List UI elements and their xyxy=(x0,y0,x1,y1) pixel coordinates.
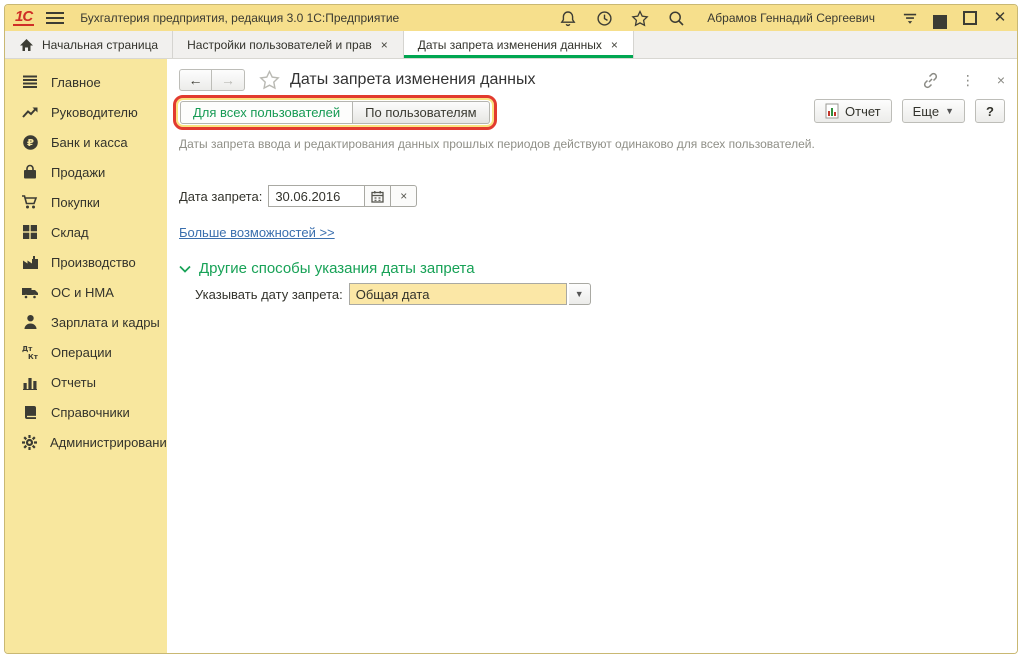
bag-icon xyxy=(21,163,39,181)
notifications-bell-icon[interactable] xyxy=(559,9,577,27)
tab-label: Даты запрета изменения данных xyxy=(418,38,602,52)
sidebar-item-reports[interactable]: Отчеты xyxy=(5,367,167,397)
clear-date-icon[interactable]: × xyxy=(391,185,417,207)
sidebar-item-sales[interactable]: Продажи xyxy=(5,157,167,187)
close-window-button[interactable]: ✕ xyxy=(993,11,1007,25)
back-button[interactable]: ← xyxy=(179,69,212,91)
tab-label: Настройки пользователей и прав xyxy=(187,38,372,52)
favorite-star-icon[interactable] xyxy=(259,70,280,90)
restriction-date-input[interactable] xyxy=(268,185,365,207)
svg-text:Кт: Кт xyxy=(28,353,39,361)
minimize-button[interactable] xyxy=(933,11,947,25)
for-all-users-button[interactable]: Для всех пользователей xyxy=(180,101,353,124)
sidebar-item-warehouse[interactable]: Склад xyxy=(5,217,167,247)
svg-text:Дт: Дт xyxy=(22,345,33,353)
sidebar-item-production[interactable]: Производство xyxy=(5,247,167,277)
tab-label: Начальная страница xyxy=(42,38,158,52)
person-icon xyxy=(21,313,39,331)
cart-icon xyxy=(21,193,39,211)
app-window: 1С Бухгалтерия предприятия, редакция 3.0… xyxy=(4,4,1018,654)
more-actions-button[interactable]: Еще ▼ xyxy=(902,99,965,123)
page-title: Даты запрета изменения данных xyxy=(290,71,536,89)
sidebar-item-bank-cash[interactable]: ₽ Банк и касса xyxy=(5,127,167,157)
ruble-circle-icon: ₽ xyxy=(21,133,39,151)
tab-close-icon[interactable]: × xyxy=(380,38,389,52)
mode-switch: Для всех пользователей По пользователям xyxy=(180,101,490,124)
sidebar-item-purchases[interactable]: Покупки xyxy=(5,187,167,217)
current-user[interactable]: Абрамов Геннадий Сергеевич xyxy=(707,11,875,25)
bar-chart-icon xyxy=(21,373,39,391)
more-dots-icon[interactable]: ⋮ xyxy=(961,72,975,89)
home-icon xyxy=(19,38,34,52)
section-sidebar: Главное Руководителю ₽ Банк и касса Прод… xyxy=(5,59,167,654)
tab-restriction-dates[interactable]: Даты запрета изменения данных × xyxy=(404,31,634,58)
forward-button[interactable]: → xyxy=(212,69,245,91)
restriction-mode-select[interactable]: Общая дата ▼ xyxy=(349,283,591,305)
sidebar-item-payroll-hr[interactable]: Зарплата и кадры xyxy=(5,307,167,337)
tab-user-settings[interactable]: Настройки пользователей и прав × xyxy=(173,31,404,58)
debit-credit-icon: ДтКт xyxy=(21,343,39,361)
main-menu-icon[interactable] xyxy=(46,12,64,24)
more-options-link[interactable]: Больше возможностей >> xyxy=(179,225,335,240)
menu-lines-icon xyxy=(21,73,39,91)
tab-home[interactable]: Начальная страница xyxy=(5,31,173,58)
tab-close-icon[interactable]: × xyxy=(610,38,619,52)
service-menu-icon[interactable] xyxy=(903,11,917,25)
close-form-icon[interactable]: × xyxy=(997,72,1005,88)
report-icon xyxy=(825,103,839,119)
book-icon xyxy=(21,403,39,421)
gear-icon xyxy=(21,433,38,451)
combo-dropdown-icon[interactable]: ▼ xyxy=(569,283,591,305)
help-button[interactable]: ? xyxy=(975,99,1005,123)
other-methods-section-header[interactable]: Другие способы указания даты запрета xyxy=(179,260,1005,277)
combo-field-label: Указывать дату запрета: xyxy=(195,287,343,302)
selected-option[interactable]: Общая дата xyxy=(349,283,567,305)
calendar-icon[interactable] xyxy=(365,185,391,207)
tab-bar: Начальная страница Настройки пользовател… xyxy=(5,31,1017,59)
history-icon[interactable] xyxy=(595,9,613,27)
chevron-expand-icon xyxy=(179,265,191,273)
pallet-grid-icon xyxy=(21,223,39,241)
sidebar-item-fixed-assets[interactable]: ОС и НМА xyxy=(5,277,167,307)
sidebar-item-manager[interactable]: Руководителю xyxy=(5,97,167,127)
favorites-star-icon[interactable] xyxy=(631,9,649,27)
svg-text:₽: ₽ xyxy=(27,138,34,149)
date-field-label: Дата запрета: xyxy=(179,189,262,204)
1c-logo: 1С xyxy=(13,10,34,26)
truck-icon xyxy=(21,283,39,301)
mode-description: Даты запрета ввода и редактирования данн… xyxy=(179,137,1005,151)
app-title: Бухгалтерия предприятия, редакция 3.0 1С… xyxy=(80,11,399,25)
report-button[interactable]: Отчет xyxy=(814,99,892,123)
trend-chart-icon xyxy=(21,103,39,121)
title-bar: 1С Бухгалтерия предприятия, редакция 3.0… xyxy=(5,5,1017,31)
maximize-button[interactable] xyxy=(963,11,977,25)
get-link-icon[interactable] xyxy=(922,72,939,89)
factory-icon xyxy=(21,253,39,271)
by-users-button[interactable]: По пользователям xyxy=(353,101,489,124)
sidebar-item-directories[interactable]: Справочники xyxy=(5,397,167,427)
red-highlight-annotation: Для всех пользователей По пользователям xyxy=(173,95,497,130)
sidebar-item-main[interactable]: Главное xyxy=(5,67,167,97)
sidebar-item-administration[interactable]: Администрирование xyxy=(5,427,167,457)
content-area: ← → Даты запрета изменения данных ⋮ × xyxy=(167,59,1017,654)
chevron-down-icon: ▼ xyxy=(945,106,954,116)
sidebar-item-operations[interactable]: ДтКт Операции xyxy=(5,337,167,367)
search-icon[interactable] xyxy=(667,9,685,27)
